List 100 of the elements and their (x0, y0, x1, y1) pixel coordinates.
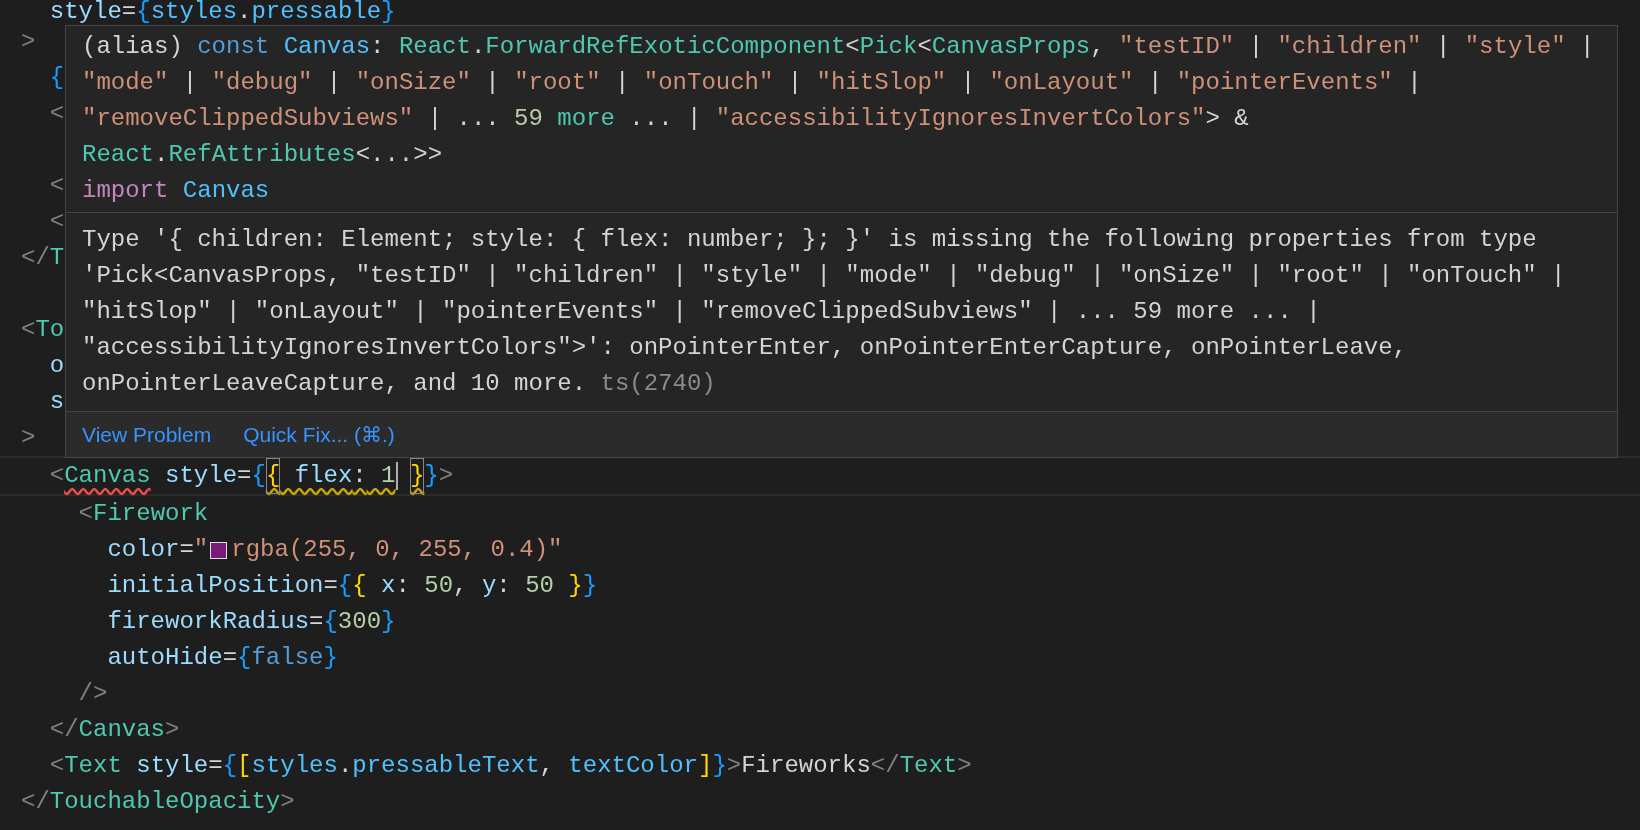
code-text: | (1146, 69, 1164, 96)
tag-name: To (35, 315, 65, 345)
tag-bracket: </ (870, 751, 900, 781)
string-literal: rgba(255, 0, 255, 0.4)" (231, 535, 563, 565)
code-punctuation: = (237, 461, 252, 491)
tag-bracket: < (48, 171, 65, 201)
brace: { (136, 0, 151, 24)
tag-bracket: > (21, 423, 36, 453)
type-name: Pick (859, 33, 918, 60)
action-link[interactable]: View Problem (82, 418, 212, 451)
tag-name: Firework (93, 499, 209, 529)
code-text: | (1247, 33, 1265, 60)
type-name: CanvasProps (931, 33, 1091, 60)
string-literal: "debug" (211, 69, 313, 96)
code-punctuation: , (453, 571, 468, 601)
string-literal: "style" (1464, 33, 1566, 60)
code-punctuation: = (309, 607, 324, 637)
property-name: y (480, 571, 497, 601)
brace: } (409, 458, 425, 494)
tag-bracket: < (48, 461, 65, 491)
identifier: pressable (251, 0, 382, 24)
code-text: | ... (426, 105, 501, 132)
string-literal: "mode" (82, 69, 169, 96)
tag-bracket: > (21, 27, 36, 57)
code-punctuation: : (352, 461, 367, 491)
keyword: const (197, 33, 270, 60)
keyword: false (251, 643, 324, 673)
code-text: Fireworks (741, 751, 871, 781)
tag-bracket: </ (21, 787, 50, 817)
code-punctuation: = (222, 643, 238, 673)
code-punctuation: . (237, 0, 252, 24)
code-punctuation: : (496, 571, 511, 601)
error-code: ts(2740) (600, 370, 716, 397)
code-text: : (370, 33, 386, 60)
action-link[interactable]: Quick Fix... (⌘.) (243, 418, 395, 451)
tag-bracket: < (77, 499, 93, 529)
type-name: React (82, 141, 154, 168)
attribute-name: style (48, 0, 122, 24)
identifier: Canvas (181, 177, 270, 204)
code-punctuation: = (208, 751, 223, 781)
attribute-name: style (164, 461, 238, 491)
tag-bracket: < (21, 315, 36, 345)
code-text: | (1434, 33, 1452, 60)
string-literal: "children" (1277, 33, 1422, 60)
tag-bracket: > (280, 787, 295, 817)
code-punctuation: = (323, 571, 338, 601)
code-punctuation: , (539, 751, 555, 781)
string-literal: "onLayout" (989, 69, 1134, 96)
color-swatch-icon[interactable] (210, 541, 228, 559)
string-literal: "hitSlop" (816, 69, 947, 96)
brace: [ (237, 751, 252, 781)
code-punctuation: . (337, 751, 353, 781)
keyword: import (82, 177, 169, 204)
identifier: styles (150, 0, 238, 24)
identifier: textColor (568, 751, 698, 781)
tag-bracket: < (48, 207, 65, 237)
brace: { (251, 461, 266, 491)
string-literal: "root" (514, 69, 601, 96)
code-text: | (484, 69, 501, 96)
tag-name: Canvas (64, 461, 151, 491)
type-name: React (398, 33, 471, 60)
attribute-name: fireworkRadius (106, 607, 310, 637)
code-text: | (1406, 69, 1422, 96)
tag-name: Text (64, 751, 122, 781)
identifier: Canvas (282, 33, 371, 60)
property-name: flex (293, 461, 353, 491)
brace: } (381, 0, 396, 24)
number-literal: 1 (380, 461, 396, 491)
brace: } (381, 607, 396, 637)
brace: { (352, 571, 367, 601)
string-literal: " (193, 535, 209, 565)
code-text: (alias) (82, 33, 184, 60)
tag-bracket: /> (77, 679, 108, 709)
number-literal: 50 (423, 571, 454, 601)
tag-bracket: > (165, 715, 180, 745)
code-text: | (1578, 33, 1595, 60)
code-punctuation: = (179, 535, 194, 565)
code-text: ... | (628, 105, 703, 132)
tag-name: T (49, 243, 65, 273)
brace: } (424, 461, 439, 491)
string-literal: "onSize" (355, 69, 471, 96)
tag-bracket: </ (48, 715, 79, 745)
tag-bracket: < (48, 751, 65, 781)
tag-bracket: > (438, 461, 454, 491)
attribute-name: autoHide (106, 643, 223, 673)
code-text: . (470, 33, 486, 60)
attribute-name: initialPosition (106, 571, 324, 601)
brace: { (265, 458, 281, 494)
code-text: | (325, 69, 343, 96)
brace: ] (697, 751, 713, 781)
type-name: ForwardRefExoticComponent (485, 33, 846, 60)
brace: } (323, 643, 338, 673)
brace: { (237, 643, 252, 673)
code-text: < (845, 33, 860, 60)
code-text: | (613, 69, 631, 96)
error-message-line: onPointerLeaveCapture, and 10 more. (82, 370, 587, 397)
string-literal: "pointerEvents" (1176, 69, 1393, 96)
tag-bracket: </ (21, 243, 50, 273)
string-literal: "onTouch" (643, 69, 774, 96)
error-message-line: 'Pick<CanvasProps, "testID" | "children" | "style" | "mode" | "debug" | "onSize" | "root" | "onTouch" | (82, 262, 1566, 289)
